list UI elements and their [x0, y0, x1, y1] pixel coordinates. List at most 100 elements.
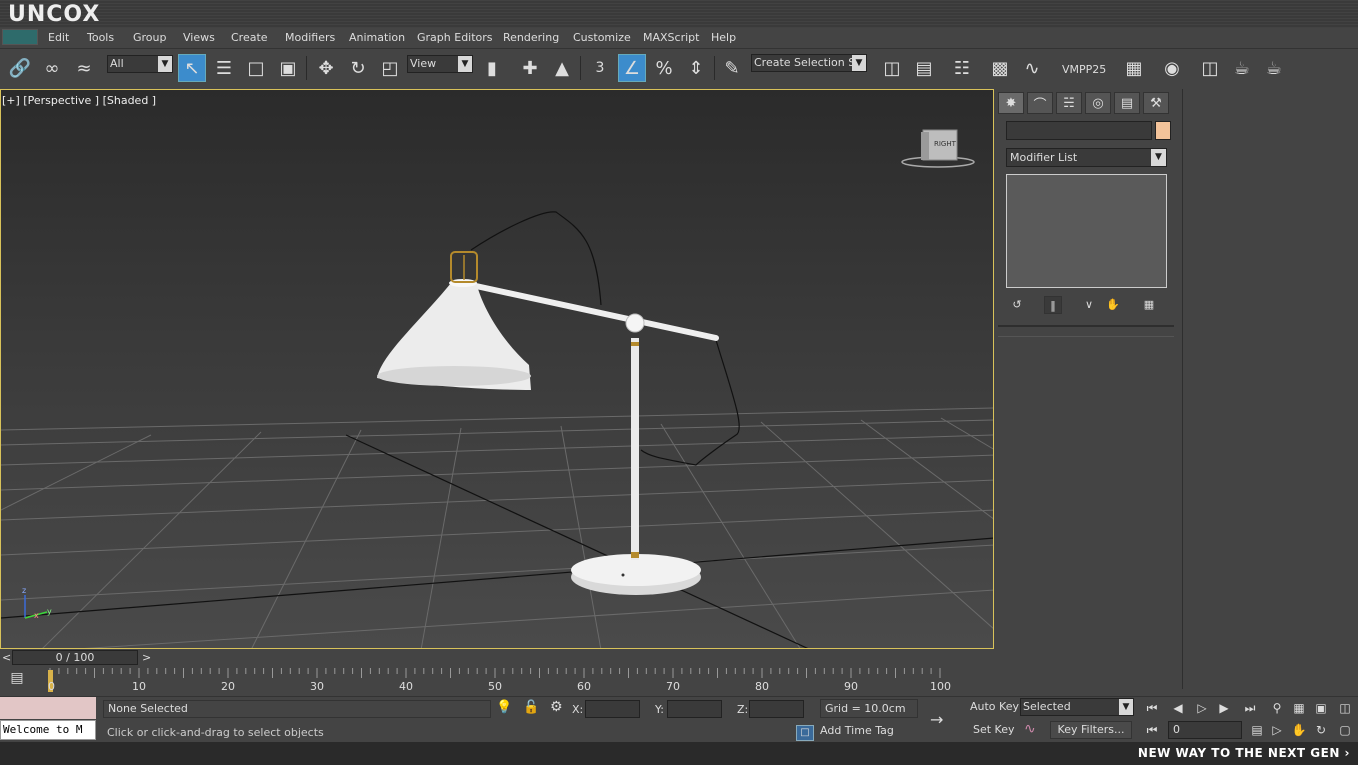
- viewport-label[interactable]: [+] [Perspective ] [Shaded ]: [2, 94, 156, 107]
- maxscript-mini-listener[interactable]: Welcome to M: [0, 720, 96, 740]
- play-icon[interactable]: ▷: [1193, 699, 1211, 717]
- application-button[interactable]: [2, 29, 38, 45]
- x-axis-line: [1, 537, 993, 619]
- auto-key-button[interactable]: Auto Key: [970, 700, 1019, 713]
- scale-icon[interactable]: ◰: [376, 54, 404, 82]
- utilities-tab-icon[interactable]: ⚒: [1143, 92, 1169, 114]
- keyboard-shortcut-override-icon[interactable]: ▲: [548, 54, 576, 82]
- snaps-toggle-icon[interactable]: 3: [586, 54, 614, 82]
- time-slider-next[interactable]: >: [142, 651, 151, 664]
- layer-manager-icon[interactable]: ☷: [948, 54, 976, 82]
- viewcube[interactable]: [901, 129, 975, 168]
- menu-help[interactable]: Help: [711, 31, 736, 44]
- maximize-viewport-icon[interactable]: ▢: [1336, 721, 1354, 739]
- render-iterative-icon[interactable]: ☕: [1260, 54, 1288, 82]
- mini-curve-editor-icon[interactable]: ▤: [6, 670, 28, 690]
- window-crossing-icon[interactable]: ▣: [274, 54, 302, 82]
- current-frame-field[interactable]: 0: [1168, 721, 1242, 739]
- vmpp-label[interactable]: VMPP25: [1062, 63, 1106, 76]
- configure-modifier-sets-icon[interactable]: ▦: [1140, 296, 1158, 314]
- bind-space-warp-icon[interactable]: ≈: [70, 54, 98, 82]
- scene-explorer-icon[interactable]: ▩: [986, 54, 1014, 82]
- add-time-tag[interactable]: Add Time Tag: [820, 724, 894, 737]
- zoom-extents-all-icon[interactable]: ◫: [1336, 699, 1354, 717]
- maxscript-listener-output[interactable]: [0, 697, 96, 719]
- menu-customize[interactable]: Customize: [573, 31, 631, 44]
- zoom-icon[interactable]: ⚲: [1268, 699, 1286, 717]
- menu-animation[interactable]: Animation: [349, 31, 405, 44]
- menu-edit[interactable]: Edit: [48, 31, 69, 44]
- selection-lock-icon[interactable]: 🔓: [523, 700, 539, 715]
- menu-group[interactable]: Group: [133, 31, 167, 44]
- create-tab-icon[interactable]: ✸: [998, 92, 1024, 114]
- curve-editor-icon[interactable]: ∿: [1018, 54, 1046, 82]
- set-keys-key-icon[interactable]: →: [930, 710, 943, 729]
- z-coord-field[interactable]: [749, 700, 804, 718]
- time-slider[interactable]: 0 / 100: [12, 650, 138, 665]
- time-tag-icon[interactable]: □: [796, 725, 814, 741]
- select-object-icon[interactable]: ↖: [178, 54, 206, 82]
- object-color-swatch[interactable]: [1155, 121, 1171, 140]
- zoom-extents-icon[interactable]: ▣: [1312, 699, 1330, 717]
- pin-stack-icon[interactable]: ↺: [1008, 296, 1026, 314]
- pivot-center-icon[interactable]: ▮: [478, 54, 506, 82]
- pan-view-icon[interactable]: ✋: [1290, 721, 1308, 739]
- key-filters-button[interactable]: Key Filters...: [1050, 721, 1132, 739]
- zoom-all-icon[interactable]: ▦: [1290, 699, 1308, 717]
- named-selection-dropdown[interactable]: Create Selection Se ▼: [751, 54, 867, 72]
- menu-graph-editors[interactable]: Graph Editors: [417, 31, 493, 44]
- modify-tab-icon[interactable]: ⌒: [1027, 92, 1053, 114]
- link-icon[interactable]: 🔗: [6, 54, 34, 82]
- field-of-view-icon[interactable]: ▷: [1268, 721, 1286, 739]
- go-to-start-icon[interactable]: ⏮: [1143, 699, 1161, 717]
- key-mode-toggle-icon[interactable]: ⏮: [1143, 721, 1161, 739]
- menu-modifiers[interactable]: Modifiers: [285, 31, 335, 44]
- spinner-snap-icon[interactable]: ⇕: [682, 54, 710, 82]
- move-icon[interactable]: ✥: [312, 54, 340, 82]
- time-configuration-icon[interactable]: ▤: [1248, 721, 1266, 739]
- hierarchy-tab-icon[interactable]: ☵: [1056, 92, 1082, 114]
- menu-maxscript[interactable]: MAXScript: [643, 31, 699, 44]
- selection-filter-dropdown[interactable]: All ▼: [107, 55, 173, 73]
- isolate-selection-icon[interactable]: 💡: [496, 700, 512, 715]
- key-mode-dropdown[interactable]: Selected ▼: [1020, 698, 1134, 716]
- render-production-icon[interactable]: ☕: [1228, 54, 1256, 82]
- rotate-icon[interactable]: ↻: [344, 54, 372, 82]
- menu-views[interactable]: Views: [183, 31, 215, 44]
- next-frame-icon[interactable]: ▶: [1215, 699, 1233, 717]
- menu-create[interactable]: Create: [231, 31, 268, 44]
- show-end-result-icon[interactable]: ‖: [1044, 296, 1062, 314]
- go-to-end-icon[interactable]: ⏭: [1241, 699, 1259, 717]
- percent-snap-icon[interactable]: %: [650, 54, 678, 82]
- object-name-field[interactable]: [1006, 121, 1152, 140]
- mirror-icon[interactable]: ◫: [878, 54, 906, 82]
- remove-modifier-icon[interactable]: ✋: [1104, 296, 1122, 314]
- y-coord-field[interactable]: [667, 700, 722, 718]
- make-unique-icon[interactable]: ∨: [1080, 296, 1098, 314]
- select-by-name-icon[interactable]: ☰: [210, 54, 238, 82]
- reference-coordinate-dropdown[interactable]: View ▼: [407, 55, 473, 73]
- unlink-icon[interactable]: ∞: [38, 54, 66, 82]
- edit-named-selection-icon[interactable]: ✎: [718, 54, 746, 82]
- x-coord-field[interactable]: [585, 700, 640, 718]
- time-slider-prev[interactable]: <: [2, 651, 11, 664]
- select-manipulate-icon[interactable]: ✚: [516, 54, 544, 82]
- render-setup-icon[interactable]: ◉: [1158, 54, 1186, 82]
- modifier-list-dropdown[interactable]: Modifier List ▼: [1006, 148, 1167, 167]
- set-key-button[interactable]: Set Key: [973, 723, 1015, 736]
- motion-tab-icon[interactable]: ◎: [1085, 92, 1111, 114]
- absolute-mode-transform-icon[interactable]: ⚙: [550, 699, 563, 715]
- display-tab-icon[interactable]: ▤: [1114, 92, 1140, 114]
- rectangular-selection-icon[interactable]: □: [242, 54, 270, 82]
- rendered-frame-window-icon[interactable]: ◫: [1196, 54, 1224, 82]
- orbit-icon[interactable]: ↻: [1312, 721, 1330, 739]
- align-icon[interactable]: ▤: [910, 54, 938, 82]
- perspective-viewport[interactable]: [0, 89, 994, 649]
- previous-frame-icon[interactable]: ◀: [1169, 699, 1187, 717]
- material-editor-icon[interactable]: ▦: [1120, 54, 1148, 82]
- modifier-stack[interactable]: [1006, 174, 1167, 288]
- menu-tools[interactable]: Tools: [87, 31, 114, 44]
- menu-rendering[interactable]: Rendering: [503, 31, 559, 44]
- default-in-out-tangents-icon[interactable]: ∿: [1024, 721, 1036, 737]
- angle-snap-icon[interactable]: ∠: [618, 54, 646, 82]
